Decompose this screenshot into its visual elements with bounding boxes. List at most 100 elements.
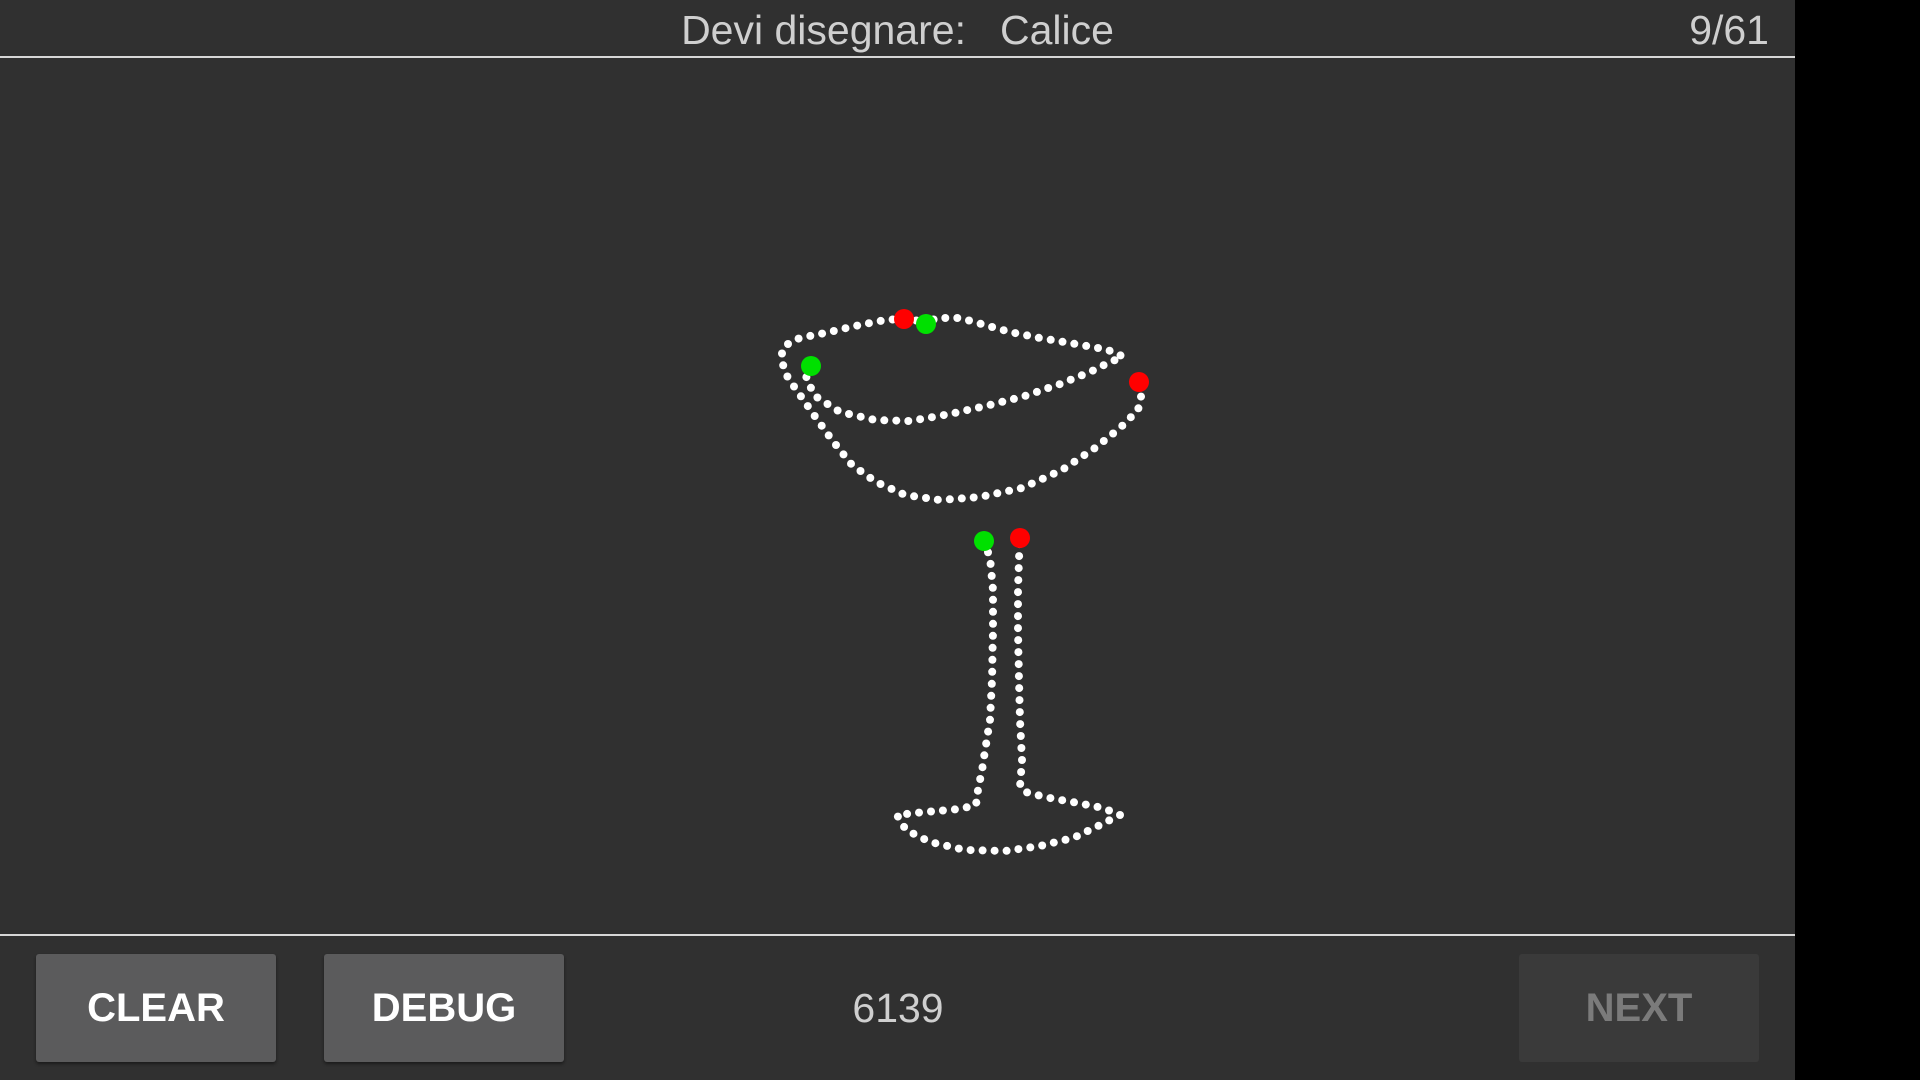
- stroke-dot: [1014, 612, 1022, 621]
- stroke-dot: [1049, 838, 1058, 847]
- stroke-dot: [880, 416, 889, 425]
- stroke-dot: [1094, 344, 1102, 352]
- stroke-dot: [856, 412, 865, 421]
- stroke-dot: [1044, 384, 1053, 392]
- stroke-dot: [1017, 744, 1026, 752]
- stroke-dot: [1032, 387, 1041, 396]
- stroke-dot: [938, 806, 947, 815]
- next-button[interactable]: NEXT: [1519, 954, 1759, 1062]
- sketch-svg: [778, 309, 1149, 855]
- stroke-dot: [1023, 331, 1032, 340]
- stroke-dot: [1015, 708, 1024, 717]
- stroke-dot: [957, 494, 966, 503]
- stroke-dot: [984, 727, 993, 736]
- stroke-dot: [1046, 335, 1055, 344]
- stroke-dot: [1002, 846, 1011, 855]
- target-word: Calice: [999, 7, 1114, 53]
- stroke-dot: [1005, 486, 1014, 495]
- stroke-dot: [976, 319, 985, 328]
- stroke-dot: [931, 839, 940, 848]
- stroke-dot: [988, 583, 997, 592]
- stroke-end-marker: [1010, 528, 1030, 548]
- stroke-dot: [941, 314, 950, 322]
- stroke-dot: [876, 480, 885, 488]
- drawing-canvas[interactable]: [0, 58, 1795, 934]
- stroke-dot: [1015, 684, 1024, 693]
- rim-stroke: [802, 314, 1125, 425]
- stroke-dot: [1027, 479, 1036, 488]
- stroke-dot: [898, 489, 907, 498]
- stroke-dot: [962, 803, 971, 812]
- stroke-dot: [1082, 341, 1091, 350]
- stroke-dot: [1116, 811, 1124, 819]
- stroke-dot: [1016, 720, 1025, 729]
- clear-button[interactable]: CLEAR: [36, 954, 276, 1062]
- stroke-dot: [1088, 366, 1097, 375]
- stroke-dot: [904, 417, 913, 425]
- stroke-dot: [920, 835, 929, 844]
- stroke-dot: [1077, 371, 1086, 380]
- stroke-dot: [989, 619, 997, 628]
- stroke-dot: [796, 392, 805, 401]
- stroke-dot: [1080, 451, 1089, 460]
- stroke-dot: [939, 411, 948, 420]
- stroke-dot: [1094, 821, 1103, 830]
- stroke-end-marker: [1129, 372, 1149, 392]
- stroke-dot: [988, 655, 997, 664]
- stroke-dot: [933, 495, 942, 504]
- stroke-dot: [1015, 552, 1024, 561]
- bowl-stroke: [778, 314, 1145, 504]
- stroke-dot: [1099, 361, 1108, 370]
- stroke-dot: [1066, 375, 1075, 384]
- stroke-dot: [1009, 394, 1018, 403]
- stroke-dot: [900, 822, 909, 831]
- stroke-dot: [927, 413, 936, 422]
- stroke-dot: [1014, 660, 1023, 669]
- stroke-dot: [966, 846, 975, 855]
- stroke-dot: [989, 595, 997, 604]
- prompt-label: Devi disegnare:: [681, 7, 966, 53]
- stroke-dot: [903, 809, 912, 818]
- stroke-dot: [1049, 469, 1058, 478]
- stroke-dot: [1034, 791, 1043, 800]
- stroke-dot: [1070, 457, 1079, 466]
- stroke-dot: [1083, 827, 1092, 835]
- stroke-dot: [790, 382, 798, 391]
- footer-bar: CLEAR DEBUG 6139 NEXT: [0, 936, 1795, 1080]
- stroke-dot: [823, 400, 832, 408]
- debug-button[interactable]: DEBUG: [324, 954, 564, 1062]
- stroke-dot: [847, 459, 855, 468]
- stroke-dot: [986, 715, 994, 724]
- stroke-dot: [963, 406, 972, 415]
- stroke-dot: [833, 406, 842, 415]
- stroke-dot: [988, 631, 997, 640]
- stroke-dot: [1137, 392, 1145, 401]
- stroke-dot: [824, 431, 833, 440]
- stroke-dot: [927, 807, 935, 816]
- stroke-dot: [893, 812, 902, 821]
- stroke-dot: [950, 805, 959, 814]
- stroke-dot: [1014, 648, 1023, 657]
- stroke-dot: [954, 844, 963, 853]
- stroke-dot: [1118, 421, 1127, 430]
- stroke-dot: [978, 763, 987, 772]
- stroke-dot: [910, 492, 919, 501]
- drawing-app: Devi disegnare: Calice 9/61 CLEAR DEBUG 6…: [0, 0, 1795, 1080]
- stroke-dot: [853, 321, 862, 330]
- stroke-dot: [987, 691, 996, 700]
- stroke-dot: [1072, 832, 1081, 841]
- stroke-dot: [974, 403, 983, 412]
- stroke-dot: [990, 846, 999, 855]
- stroke-dot: [1134, 404, 1143, 413]
- stroke-dot: [1014, 588, 1022, 597]
- stroke-dot: [1081, 800, 1090, 809]
- stroke-dot: [1093, 802, 1102, 811]
- stroke-dot: [1046, 794, 1055, 803]
- stroke-dot: [986, 400, 995, 409]
- stroke-dot: [1105, 806, 1113, 815]
- stroke-dot: [1023, 788, 1032, 797]
- stroke-dot: [1038, 841, 1047, 850]
- stroke-dot: [986, 559, 995, 568]
- stroke-dot: [832, 441, 840, 449]
- stroke-dot: [1099, 437, 1108, 445]
